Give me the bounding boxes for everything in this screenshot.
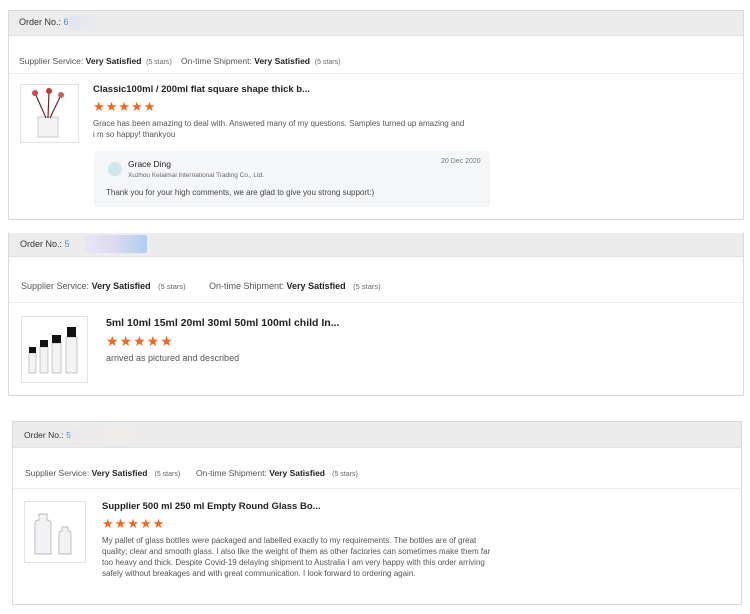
- product-thumbnail[interactable]: [20, 84, 79, 143]
- order-bar: Order No.: 5: [13, 422, 741, 448]
- round-glass-bottles-icon: [34, 513, 72, 555]
- reed-diffuser-icon: [32, 88, 64, 138]
- supplier-service-rating: Supplier Service: Very Satisfied (5 star…: [21, 281, 186, 291]
- on-time-shipment-rating: On-time Shipment: Very Satisfied (5 star…: [181, 56, 341, 66]
- review-card-1: Order No.: 6 Supplier Service: Very Sati…: [8, 10, 744, 220]
- product-thumbnail[interactable]: [21, 316, 88, 383]
- order-number-label: Order No.: 6: [19, 17, 69, 27]
- reply-text: Thank you for your high comments, we are…: [106, 188, 375, 197]
- star-rating: ★★★★★: [102, 516, 166, 531]
- redacted-order-number: [71, 427, 147, 442]
- star-rating: ★★★★★: [106, 333, 174, 349]
- order-number[interactable]: 5: [65, 239, 70, 249]
- order-number-label: Order No.: 5: [24, 430, 71, 440]
- redacted-order-number: [69, 15, 105, 31]
- on-time-shipment-rating: On-time Shipment: Very Satisfied (5 star…: [209, 281, 381, 291]
- divider: [13, 488, 741, 489]
- supplier-reply: Grace Ding Xuzhou Kelaimai International…: [94, 151, 490, 207]
- supplier-service-rating: Supplier Service: Very Satisfied (5 star…: [19, 56, 172, 66]
- review-text: Grace has been amazing to deal with. Ans…: [93, 119, 465, 139]
- divider: [9, 73, 743, 74]
- order-bar: Order No.: 5: [9, 233, 743, 257]
- supplier-service-rating: Supplier Service: Very Satisfied (5 star…: [25, 468, 181, 478]
- redacted-order-number: [85, 235, 147, 253]
- order-bar: Order No.: 6: [9, 11, 743, 36]
- reply-author: Grace Ding: [128, 159, 171, 169]
- product-title[interactable]: Classic100ml / 200ml flat square shape t…: [93, 84, 310, 95]
- avatar: [108, 162, 122, 176]
- reply-company: Xuzhou Kelaimai International Trading Co…: [128, 172, 265, 179]
- product-title[interactable]: Supplier 500 ml 250 ml Empty Round Glass…: [102, 501, 321, 512]
- product-title[interactable]: 5ml 10ml 15ml 20ml 30ml 50ml 100ml child…: [106, 317, 339, 329]
- order-number-label: Order No.: 5: [20, 239, 70, 249]
- order-number[interactable]: 6: [64, 17, 69, 27]
- review-card-3: Order No.: 5 Supplier Service: Very Sati…: [12, 421, 742, 605]
- on-time-shipment-rating: On-time Shipment: Very Satisfied (5 star…: [196, 468, 358, 478]
- review-text: arrived as pictured and described: [106, 353, 240, 363]
- star-rating: ★★★★★: [93, 99, 157, 114]
- reply-date: 20 Dec 2020: [441, 158, 481, 165]
- divider: [9, 302, 743, 303]
- review-card-2: Order No.: 5 Supplier Service: Very Sati…: [8, 233, 744, 396]
- review-text: My pallet of glass bottles were packaged…: [102, 536, 491, 578]
- product-thumbnail[interactable]: [24, 501, 86, 563]
- glass-bottles-icon: [28, 327, 78, 374]
